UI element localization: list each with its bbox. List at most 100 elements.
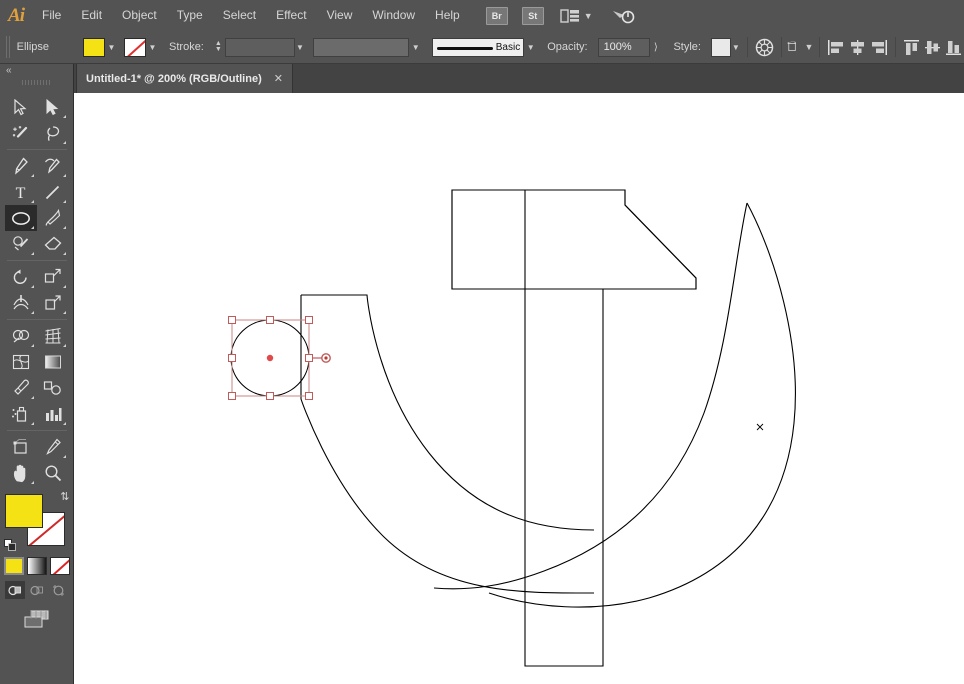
direct-selection-tool[interactable] bbox=[37, 94, 69, 120]
gradient-tool[interactable] bbox=[37, 349, 69, 375]
flyout-corner-icon bbox=[62, 141, 66, 144]
width-profile-chevron-icon[interactable]: ▼ bbox=[409, 38, 422, 57]
free-transform-tool[interactable] bbox=[37, 290, 69, 316]
draw-inside-button[interactable] bbox=[49, 581, 69, 599]
type-tool[interactable]: T bbox=[5, 179, 37, 205]
eraser-tool[interactable] bbox=[37, 231, 69, 257]
none-swatch-button[interactable] bbox=[49, 557, 70, 575]
lasso-tool[interactable] bbox=[37, 120, 69, 146]
chevron-down-icon[interactable]: ▼ bbox=[584, 11, 593, 21]
flyout-corner-icon bbox=[30, 481, 34, 484]
document-tab[interactable]: Untitled-1* @ 200% (RGB/Outline) ✕ bbox=[76, 64, 293, 93]
align-vertical-center-icon[interactable] bbox=[922, 35, 943, 59]
align-left-icon[interactable] bbox=[826, 35, 847, 59]
tools-panel-header: « bbox=[0, 64, 73, 78]
shaper-tool[interactable] bbox=[5, 231, 37, 257]
gradient-swatch-button[interactable] bbox=[26, 557, 47, 575]
align-horizontal-center-icon[interactable] bbox=[847, 35, 868, 59]
blend-tool[interactable] bbox=[37, 375, 69, 401]
align-right-icon[interactable] bbox=[868, 35, 889, 59]
control-bar-grip[interactable] bbox=[6, 36, 12, 58]
ellipse-tool[interactable] bbox=[4, 205, 37, 231]
stroke-weight-stepper[interactable]: ▲ ▼ bbox=[214, 38, 223, 57]
eyedropper-tool[interactable] bbox=[5, 375, 37, 401]
width-profile-select[interactable] bbox=[313, 37, 410, 57]
stroke-color-swatch[interactable] bbox=[124, 37, 147, 57]
artboard-canvas[interactable] bbox=[74, 93, 964, 684]
arrange-documents-icon[interactable]: ▼ bbox=[560, 8, 593, 23]
change-screen-mode-icon[interactable] bbox=[20, 609, 54, 631]
line-segment-tool[interactable] bbox=[37, 179, 69, 205]
ellipse-selection-overlay[interactable] bbox=[74, 93, 964, 684]
draw-normal-button[interactable] bbox=[4, 581, 25, 599]
swap-fill-stroke-icon[interactable]: ⇅ bbox=[60, 490, 69, 503]
menu-file[interactable]: File bbox=[32, 0, 71, 31]
perspective-grid-tool[interactable] bbox=[37, 323, 69, 349]
scale-tool[interactable] bbox=[37, 264, 69, 290]
menu-help[interactable]: Help bbox=[425, 0, 470, 31]
slice-tool[interactable] bbox=[37, 434, 69, 460]
recolor-artwork-icon[interactable] bbox=[754, 35, 775, 59]
transform-chevron-icon[interactable]: ▼ bbox=[805, 42, 814, 52]
menu-window[interactable]: Window bbox=[362, 0, 425, 31]
artboard-tool[interactable] bbox=[5, 434, 37, 460]
stock-button[interactable]: St bbox=[521, 6, 544, 25]
mesh-tool[interactable] bbox=[5, 349, 37, 375]
flyout-corner-icon bbox=[62, 252, 66, 255]
flyout-corner-icon bbox=[30, 174, 34, 177]
fill-indicator-swatch[interactable] bbox=[4, 494, 43, 528]
flyout-corner-icon bbox=[30, 285, 34, 288]
align-bottom-icon[interactable] bbox=[943, 35, 964, 59]
ellipse-widget-handle bbox=[312, 353, 331, 363]
magic-wand-tool[interactable] bbox=[5, 120, 37, 146]
flyout-corner-icon bbox=[62, 174, 66, 177]
flyout-corner-icon bbox=[62, 422, 66, 425]
symbol-sprayer-tool[interactable] bbox=[5, 401, 37, 427]
stroke-dropdown-chevron-icon[interactable]: ▼ bbox=[146, 38, 159, 57]
fill-color-swatch[interactable] bbox=[83, 37, 106, 57]
opacity-label: Opacity: bbox=[547, 41, 588, 53]
menu-effect[interactable]: Effect bbox=[266, 0, 316, 31]
opacity-input[interactable]: 100% bbox=[597, 37, 651, 57]
app-logo-icon: Ai bbox=[8, 4, 25, 26]
menu-view[interactable]: View bbox=[317, 0, 363, 31]
column-graph-tool[interactable] bbox=[37, 401, 69, 427]
selection-tool[interactable] bbox=[5, 94, 37, 120]
transform-icon[interactable]: ▼ bbox=[787, 35, 813, 59]
menu-object[interactable]: Object bbox=[112, 0, 167, 31]
opacity-options-arrow-icon[interactable]: ⟩ bbox=[650, 42, 661, 53]
width-tool[interactable] bbox=[5, 290, 37, 316]
menu-select[interactable]: Select bbox=[213, 0, 266, 31]
align-top-icon[interactable] bbox=[902, 35, 923, 59]
menu-type[interactable]: Type bbox=[167, 0, 213, 31]
hand-tool[interactable] bbox=[5, 460, 37, 486]
active-tool-label: Ellipse bbox=[16, 41, 50, 53]
bridge-button[interactable]: Br bbox=[485, 6, 508, 25]
tools-panel-grip[interactable] bbox=[22, 80, 52, 85]
flyout-corner-icon bbox=[62, 455, 66, 458]
close-icon[interactable]: ✕ bbox=[274, 72, 283, 85]
graphic-style-swatch[interactable] bbox=[710, 37, 731, 57]
curvature-tool[interactable] bbox=[37, 153, 69, 179]
stroke-weight-input[interactable] bbox=[224, 37, 295, 57]
fill-dropdown-chevron-icon[interactable]: ▼ bbox=[105, 38, 118, 57]
tool-grid: T bbox=[0, 94, 73, 486]
draw-behind-button[interactable] bbox=[27, 581, 47, 599]
brush-definition-select[interactable]: Basic bbox=[432, 37, 525, 57]
style-chevron-icon[interactable]: ▼ bbox=[731, 38, 741, 57]
menu-edit[interactable]: Edit bbox=[71, 0, 112, 31]
svg-text:T: T bbox=[16, 185, 26, 201]
paintbrush-tool[interactable] bbox=[37, 205, 69, 231]
default-fill-stroke-icon[interactable] bbox=[3, 539, 17, 552]
cc-sync-icon[interactable] bbox=[611, 7, 637, 25]
zoom-tool[interactable] bbox=[37, 460, 69, 486]
shape-builder-tool[interactable] bbox=[5, 323, 37, 349]
stroke-weight-chevron-icon[interactable]: ▼ bbox=[295, 38, 305, 57]
menu-bar: Ai File Edit Object Type Select Effect V… bbox=[0, 0, 964, 32]
flyout-corner-icon bbox=[62, 115, 66, 118]
brush-definition-chevron-icon[interactable]: ▼ bbox=[524, 38, 537, 57]
collapse-panel-icon[interactable]: « bbox=[6, 65, 12, 76]
rotate-tool[interactable] bbox=[5, 264, 37, 290]
color-swatch-button[interactable] bbox=[3, 557, 24, 575]
pen-tool[interactable] bbox=[5, 153, 37, 179]
